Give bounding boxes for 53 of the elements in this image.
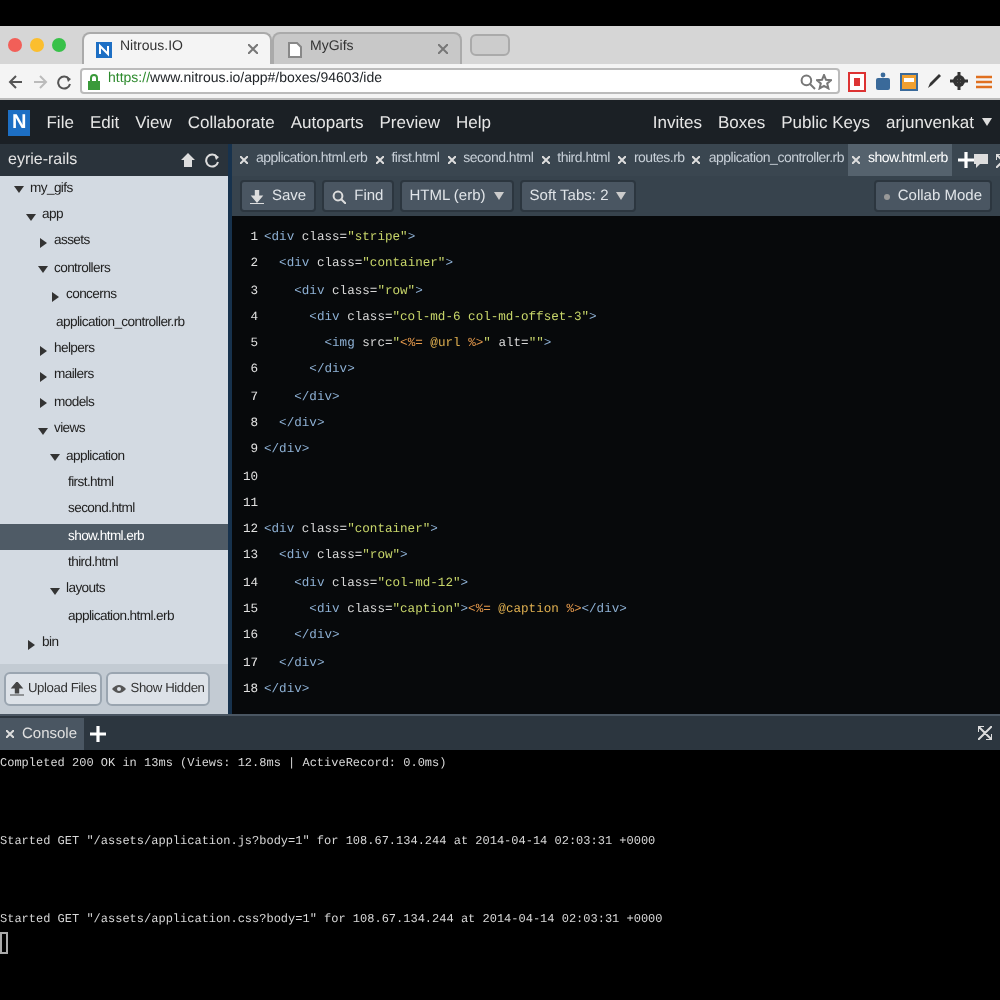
eye-icon — [112, 681, 127, 696]
collapsed-icon — [38, 371, 48, 382]
settings-icon[interactable] — [950, 72, 968, 90]
collapsed-icon — [50, 291, 60, 302]
expanded-icon — [50, 586, 60, 597]
add-tab-icon[interactable] — [89, 725, 106, 741]
nav-link[interactable]: Boxes — [718, 109, 766, 135]
collapsed-icon — [38, 345, 48, 356]
menu-item[interactable]: Preview — [379, 109, 440, 135]
extension-icon[interactable] — [900, 71, 918, 91]
close-icon[interactable] — [248, 44, 258, 54]
menu-item[interactable]: Edit — [89, 109, 120, 135]
menu-item[interactable]: Help — [455, 109, 491, 135]
collapsed-icon — [38, 398, 48, 409]
robot-icon[interactable] — [874, 71, 892, 91]
lock-icon — [88, 73, 100, 89]
logo: N — [8, 109, 31, 135]
zoom-icon[interactable] — [800, 73, 816, 89]
star-icon[interactable] — [816, 73, 832, 89]
chat-icon[interactable] — [973, 153, 988, 167]
collapsed-icon — [26, 639, 36, 650]
dot-icon — [883, 193, 890, 199]
expanded-icon — [26, 211, 36, 222]
back-icon[interactable] — [8, 73, 24, 89]
home-icon[interactable] — [180, 152, 196, 168]
upload-icon — [10, 681, 24, 696]
project-name: eyrie-rails — [8, 148, 80, 172]
reload-icon[interactable] — [56, 73, 72, 89]
caret-icon — [616, 192, 627, 200]
caret-icon — [982, 118, 992, 126]
pencil-icon[interactable] — [926, 72, 942, 90]
expanded-icon — [14, 184, 24, 195]
menu-item[interactable]: Autoparts — [290, 109, 364, 135]
search-icon — [332, 189, 347, 203]
menu-item[interactable]: View — [135, 109, 172, 135]
download-icon — [250, 189, 264, 203]
refresh-icon[interactable] — [204, 152, 220, 168]
collapsed-icon — [38, 237, 48, 248]
expanded-icon — [38, 425, 48, 436]
logo-icon — [96, 41, 112, 57]
expanded-icon — [38, 264, 48, 275]
extension-icon[interactable] — [848, 71, 866, 91]
menu-icon[interactable] — [976, 73, 992, 89]
page-icon — [286, 41, 302, 57]
terminal-cursor — [0, 932, 8, 954]
nav-link[interactable]: Invites — [652, 109, 702, 135]
user-menu[interactable]: arjunvenkat — [886, 109, 992, 135]
caret-icon — [493, 192, 504, 200]
add-tab-icon[interactable] — [957, 152, 974, 168]
menu-item[interactable]: Collaborate — [187, 109, 275, 135]
nav-link[interactable]: Public Keys — [781, 109, 871, 135]
menu-item[interactable]: File — [46, 109, 74, 135]
expanded-icon — [50, 452, 60, 463]
